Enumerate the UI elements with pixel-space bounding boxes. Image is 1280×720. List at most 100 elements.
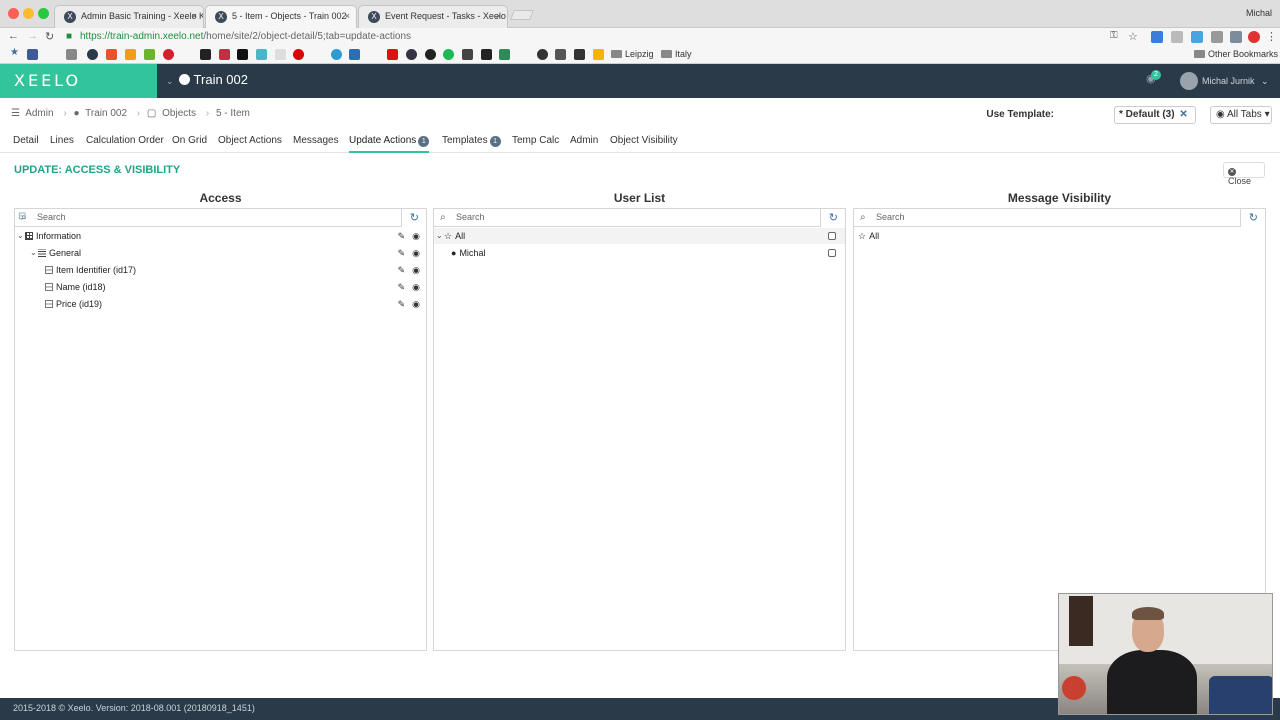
bookmark-icon[interactable] [331,49,342,60]
bookmarks-star-icon[interactable]: ★ [10,47,21,58]
caret-down-icon[interactable]: ⌄ [436,228,443,244]
bookmark-icon[interactable] [349,49,360,60]
extension-icon[interactable] [1211,31,1223,43]
site-selector[interactable]: ⌄ Train 002 [166,72,248,87]
logo-area[interactable]: XEELO [0,64,157,98]
tab-object-visibility[interactable]: Object Visibility [610,135,678,146]
browser-tab[interactable]: X Event Request - Tasks - Xeelo × [358,5,508,28]
eye-icon[interactable]: ◉ [412,248,420,258]
extension-icon[interactable] [1191,31,1203,43]
bookmark-icon[interactable] [593,49,604,60]
user-search-input[interactable]: ⌕ Search [434,209,821,227]
close-button[interactable]: ✕ Close [1223,162,1265,186]
bookmark-icon[interactable] [144,49,155,60]
bookmark-icon[interactable] [499,49,510,60]
edit-icon[interactable]: ✎ [398,248,406,258]
bookmark-icon[interactable] [200,49,211,60]
bookmark-folder[interactable]: Italy [661,49,692,59]
bookmark-icon[interactable] [256,49,267,60]
browser-menu-icon[interactable]: ⋮ [1266,30,1277,43]
bookmark-icon[interactable] [443,49,454,60]
forward-arrow-icon[interactable]: → [27,30,38,42]
refresh-icon[interactable]: ↻ [829,211,838,224]
back-arrow-icon[interactable]: ← [8,30,19,42]
checkbox[interactable] [828,232,836,240]
refresh-icon[interactable]: ↻ [410,211,419,224]
avatar[interactable] [1180,72,1198,90]
bookmark-icon[interactable] [555,49,566,60]
bookmark-icon[interactable] [66,49,77,60]
bookmark-icon[interactable] [481,49,492,60]
bookmark-icon[interactable] [219,49,230,60]
bookmark-star-icon[interactable]: ☆ [1128,30,1138,43]
bookmark-icon[interactable] [406,49,417,60]
tab-on-grid[interactable]: On Grid [172,135,207,146]
close-tab-icon[interactable]: × [192,11,197,21]
bookmark-icon[interactable] [462,49,473,60]
key-icon[interactable]: ⚿ [1110,30,1118,41]
window-zoom-button[interactable] [38,8,49,19]
eye-icon[interactable]: ◉ [412,231,420,241]
other-bookmarks[interactable]: Other Bookmarks [1194,49,1278,59]
tree-item-field[interactable]: Price (id19) ✎ ◉ [15,296,426,312]
bookmark-icon[interactable] [87,49,98,60]
eye-icon[interactable]: ◉ [412,299,420,309]
close-tab-icon[interactable]: × [496,11,501,21]
browser-tab-active[interactable]: X 5 - Item - Objects - Train 002 × [205,5,357,28]
bookmark-icon[interactable] [293,49,304,60]
browser-tab[interactable]: X Admin Basic Training - Xeelo K × [54,5,204,28]
edit-icon[interactable]: ✎ [398,265,406,275]
window-close-button[interactable] [8,8,19,19]
tree-item-information[interactable]: ⌄ Information ✎ ◉ [15,228,426,244]
bookmark-icon[interactable] [237,49,248,60]
caret-down-icon[interactable]: ⌄ [30,245,37,261]
tab-update-actions[interactable]: Update Actions 1 [349,135,430,153]
access-search-input[interactable]: ⌕ Search [15,209,402,227]
eye-icon[interactable]: ◉ [412,282,420,292]
tab-detail[interactable]: Detail [13,135,39,146]
edit-icon[interactable]: ✎ [398,299,406,309]
tab-templates[interactable]: Templates 1 [442,135,501,147]
bookmark-icon[interactable] [425,49,436,60]
edit-icon[interactable]: ✎ [398,282,406,292]
tree-item-all-users[interactable]: ⌄ ☆ All [434,228,845,244]
breadcrumb-item[interactable]: Admin [25,108,53,119]
tab-temp-calc[interactable]: Temp Calc [512,135,559,146]
bookmark-icon[interactable] [163,49,174,60]
extension-icon[interactable] [1230,31,1242,43]
tab-lines[interactable]: Lines [50,135,74,146]
bookmark-icon[interactable] [125,49,136,60]
window-minimize-button[interactable] [23,8,34,19]
close-tab-icon[interactable]: × [345,11,350,21]
clear-icon[interactable]: ✕ [1179,109,1187,120]
breadcrumb-item[interactable]: Objects [162,108,196,119]
tree-item-field[interactable]: Name (id18) ✎ ◉ [15,279,426,295]
refresh-icon[interactable]: ↻ [1249,211,1258,224]
tab-object-actions[interactable]: Object Actions [218,135,282,146]
new-tab-button[interactable] [510,10,534,20]
extension-icon[interactable] [1151,31,1163,43]
bookmark-icon[interactable] [387,49,398,60]
url-field[interactable]: ■ https://train-admin.xeelo.net/home/sit… [64,29,1144,45]
breadcrumb-item[interactable]: Train 002 [85,108,127,119]
tree-item-general[interactable]: ⌄ General ✎ ◉ [15,245,426,261]
edit-icon[interactable]: ✎ [398,231,406,241]
checkbox[interactable] [828,249,836,257]
extension-icon[interactable] [1171,31,1183,43]
tab-calculation-order[interactable]: Calculation Order [86,135,164,146]
visibility-search-input[interactable]: ⌕ Search [854,209,1241,227]
reload-icon[interactable]: ↻ [45,30,54,43]
bookmark-folder[interactable]: Leipzig [611,49,654,59]
notifications-button[interactable]: ◉ 2 [1144,70,1161,87]
browser-profile-name[interactable]: Michal [1246,8,1272,18]
eye-icon[interactable]: ◉ [412,265,420,275]
bookmark-icon[interactable] [106,49,117,60]
adblock-icon[interactable] [1248,31,1260,43]
tree-item-user[interactable]: ● Michal [434,245,845,261]
user-menu[interactable]: Michal Jurnik ⌄ [1202,76,1269,87]
bookmark-icon[interactable] [27,49,38,60]
bookmark-icon[interactable] [537,49,548,60]
tree-item-field[interactable]: Item Identifier (id17) ✎ ◉ [15,262,426,278]
tree-item-all-messages[interactable]: ☆ All [854,228,1265,244]
bookmark-icon[interactable] [275,49,286,60]
